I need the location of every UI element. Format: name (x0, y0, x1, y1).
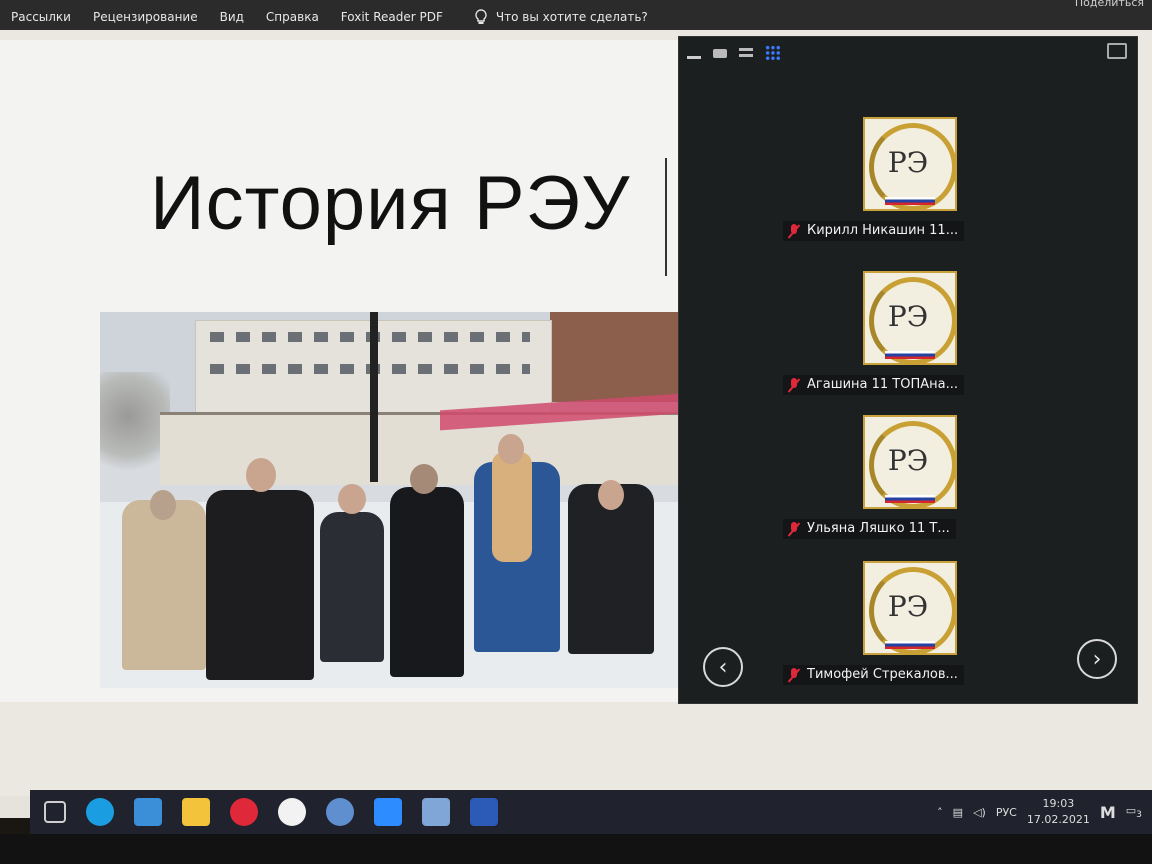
clock[interactable]: 19:03 17.02.2021 (1027, 796, 1090, 828)
date-label: 17.02.2021 (1026, 813, 1090, 826)
volume-icon[interactable]: ◁) (973, 806, 986, 819)
notification-count: 3 (1136, 809, 1142, 821)
text-cursor (665, 158, 667, 276)
speaker-view-icon[interactable] (713, 48, 727, 58)
participant-name-bar: Ульяна Ляшко 11 Т... (783, 519, 956, 539)
participant-tile[interactable]: РЭ Тимофей Стрекалов... (779, 559, 1059, 699)
mail-icon[interactable] (134, 798, 162, 826)
zoom-icon[interactable] (374, 798, 402, 826)
mic-muted-icon (789, 522, 799, 536)
previous-page-button[interactable]: ‹ (703, 647, 743, 687)
participant-tile[interactable]: РЭ Агашина 11 ТОПАна... (779, 269, 1059, 409)
tab-view[interactable]: Вид (209, 10, 255, 24)
logo-monogram: РЭ (887, 590, 929, 623)
list-view-icon[interactable] (739, 48, 753, 58)
tab-mailings[interactable]: Рассылки (0, 10, 82, 24)
zoom-gallery-panel: РЭ Кирилл Никашин 11... РЭ Агашина 11 ТО… (678, 36, 1138, 704)
mic-muted-icon (789, 224, 799, 238)
time-label: 19:03 (1042, 797, 1075, 810)
chevron-up-icon[interactable]: ˄ (937, 806, 943, 819)
university-logo: РЭ (863, 271, 957, 365)
slide-title: История РЭУ (150, 161, 631, 246)
network-icon[interactable]: ▤ (953, 806, 963, 819)
tab-help[interactable]: Справка (255, 10, 330, 24)
word-ribbon: Рассылки Рецензирование Вид Справка Foxi… (0, 0, 1152, 34)
exit-minimize-icon[interactable] (1107, 43, 1127, 59)
language-indicator[interactable]: РУС (996, 806, 1017, 819)
yandex-browser-icon[interactable] (278, 798, 306, 826)
university-logo: РЭ (863, 117, 957, 211)
tab-foxit[interactable]: Foxit Reader PDF (330, 10, 454, 24)
notification-icon[interactable]: ▭3 (1126, 804, 1142, 820)
logo-monogram: РЭ (887, 300, 929, 333)
participant-name: Агашина 11 ТОПАна... (807, 377, 959, 392)
mail-app-icon[interactable]: M (1100, 803, 1116, 822)
participant-name: Ульяна Ляшко 11 Т... (807, 521, 950, 536)
university-logo: РЭ (863, 415, 957, 509)
logo-monogram: РЭ (887, 444, 929, 477)
logo-monogram: РЭ (887, 146, 929, 179)
edge-icon[interactable] (86, 798, 114, 826)
group-photo (100, 312, 680, 688)
tell-me-text: Что вы хотите сделать? (495, 10, 648, 24)
vk-icon[interactable] (326, 798, 354, 826)
participant-name: Кирилл Никашин 11... (807, 223, 959, 238)
zoom-toolbar (687, 45, 781, 61)
university-logo: РЭ (863, 561, 957, 655)
participant-name-bar: Агашина 11 ТОПАна... (783, 375, 965, 395)
mic-muted-icon (789, 378, 799, 392)
presentation-slide: История РЭУ (0, 40, 680, 702)
lightbulb-icon (475, 9, 487, 24)
participant-tile[interactable]: РЭ Кирилл Никашин 11... (779, 115, 1059, 255)
participant-name-bar: Тимофей Стрекалов... (783, 665, 964, 685)
participant-tile[interactable]: РЭ Ульяна Ляшко 11 Т... (779, 413, 1059, 553)
share-button[interactable]: Поделиться (1075, 0, 1144, 9)
windows-taskbar: ˄ ▤ ◁) РУС 19:03 17.02.2021 M ▭3 (30, 790, 1152, 834)
tab-review[interactable]: Рецензирование (82, 10, 209, 24)
monitor-bezel (0, 834, 1152, 864)
opera-icon[interactable] (230, 798, 258, 826)
file-explorer-icon[interactable] (182, 798, 210, 826)
gallery-view-icon[interactable] (765, 45, 781, 61)
word-icon[interactable] (470, 798, 498, 826)
tell-me-box[interactable]: Что вы хотите сделать? (454, 9, 648, 25)
minimize-icon[interactable] (687, 55, 701, 59)
task-view-icon[interactable] (44, 801, 66, 823)
participant-name-bar: Кирилл Никашин 11... (783, 221, 965, 241)
photos-icon[interactable] (422, 798, 450, 826)
participant-name: Тимофей Стрекалов... (807, 667, 958, 682)
next-page-button[interactable]: › (1077, 639, 1117, 679)
mic-muted-icon (789, 668, 799, 682)
system-tray: ˄ ▤ ◁) РУС 19:03 17.02.2021 M ▭3 (937, 790, 1152, 834)
